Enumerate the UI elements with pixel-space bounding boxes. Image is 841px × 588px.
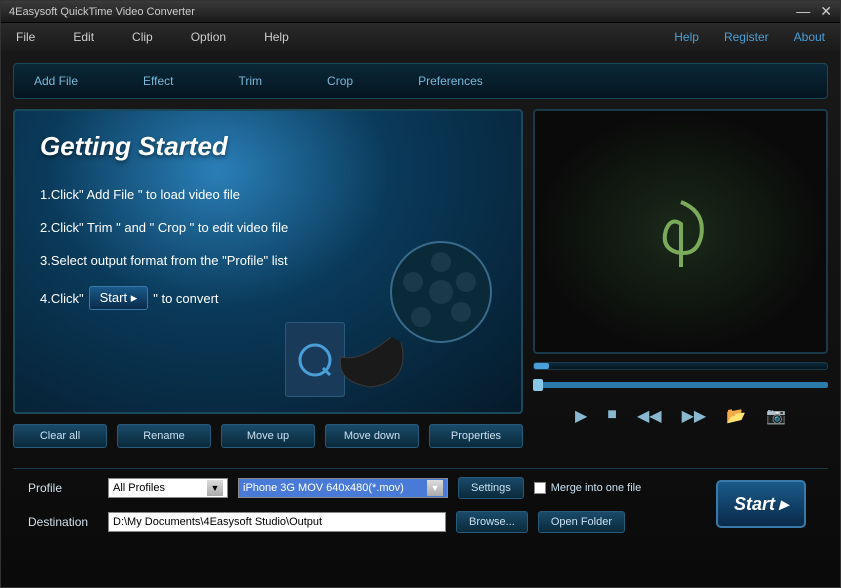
toolbar-add-file[interactable]: Add File bbox=[34, 74, 78, 88]
menu-right: Help Register About bbox=[674, 30, 825, 44]
menu-file[interactable]: File bbox=[16, 30, 35, 44]
action-bar: Clear all Rename Move up Move down Prope… bbox=[13, 424, 523, 448]
film-reel-graphic bbox=[331, 222, 511, 402]
link-help[interactable]: Help bbox=[674, 30, 699, 44]
progress-fill bbox=[534, 363, 549, 369]
play-button[interactable]: ▶ bbox=[575, 406, 587, 426]
toolbar: Add File Effect Trim Crop Preferences bbox=[13, 63, 828, 99]
link-about[interactable]: About bbox=[794, 30, 825, 44]
browse-button[interactable]: Browse... bbox=[456, 511, 528, 533]
chevron-down-icon: ▼ bbox=[207, 480, 223, 496]
toolbar-preferences[interactable]: Preferences bbox=[418, 74, 483, 88]
menubar: File Edit Clip Option Help Help Register… bbox=[1, 23, 840, 51]
play-icon: ▸ bbox=[779, 494, 788, 515]
open-folder-button[interactable]: Open Folder bbox=[538, 511, 625, 533]
minimize-button[interactable]: — bbox=[796, 3, 810, 20]
destination-row: Destination Browse... Open Folder bbox=[28, 511, 813, 533]
start-button[interactable]: Start▸ bbox=[716, 480, 806, 528]
main-window: 4Easysoft QuickTime Video Converter — ✕ … bbox=[0, 0, 841, 588]
titlebar: 4Easysoft QuickTime Video Converter — ✕ bbox=[1, 1, 840, 23]
properties-button[interactable]: Properties bbox=[429, 424, 523, 448]
next-button[interactable]: ▶▶ bbox=[682, 406, 707, 426]
link-register[interactable]: Register bbox=[724, 30, 769, 44]
logo-icon bbox=[631, 182, 731, 282]
welcome-title: Getting Started bbox=[40, 131, 496, 162]
profile-label: Profile bbox=[28, 481, 98, 495]
bottom-section: Profile All Profiles ▼ iPhone 3G MOV 640… bbox=[13, 468, 828, 553]
step-1: 1.Click" Add File " to load video file bbox=[40, 187, 496, 202]
seek-slider[interactable] bbox=[533, 382, 828, 388]
progress-bar bbox=[533, 362, 828, 370]
left-panel: Getting Started 1.Click" Add File " to l… bbox=[13, 109, 523, 448]
prev-button[interactable]: ◀◀ bbox=[637, 406, 662, 426]
inline-start-button: Start ▸ bbox=[89, 286, 149, 310]
menu-option[interactable]: Option bbox=[191, 30, 226, 44]
stop-button[interactable]: ■ bbox=[607, 406, 617, 426]
snapshot-icon[interactable]: 📷 bbox=[766, 406, 786, 426]
toolbar-effect[interactable]: Effect bbox=[143, 74, 173, 88]
content-area: Add File Effect Trim Crop Preferences Ge… bbox=[1, 51, 840, 565]
destination-label: Destination bbox=[28, 515, 98, 529]
welcome-panel: Getting Started 1.Click" Add File " to l… bbox=[13, 109, 523, 414]
window-title: 4Easysoft QuickTime Video Converter bbox=[9, 6, 796, 18]
chevron-down-icon: ▼ bbox=[427, 480, 443, 496]
toolbar-trim[interactable]: Trim bbox=[239, 74, 263, 88]
right-panel: ▶ ■ ◀◀ ▶▶ 📂 📷 bbox=[533, 109, 828, 448]
move-down-button[interactable]: Move down bbox=[325, 424, 419, 448]
menu-clip[interactable]: Clip bbox=[132, 30, 153, 44]
open-icon[interactable]: 📂 bbox=[726, 406, 746, 426]
window-controls: — ✕ bbox=[796, 3, 832, 20]
menu-help[interactable]: Help bbox=[264, 30, 289, 44]
profile-row: Profile All Profiles ▼ iPhone 3G MOV 640… bbox=[28, 477, 813, 499]
merge-label: Merge into one file bbox=[551, 482, 642, 494]
profile-format-dropdown[interactable]: iPhone 3G MOV 640x480(*.mov) ▼ bbox=[238, 478, 448, 498]
move-up-button[interactable]: Move up bbox=[221, 424, 315, 448]
toolbar-crop[interactable]: Crop bbox=[327, 74, 353, 88]
destination-input[interactable] bbox=[108, 512, 446, 532]
preview-area bbox=[533, 109, 828, 354]
profile-filter-dropdown[interactable]: All Profiles ▼ bbox=[108, 478, 228, 498]
clear-all-button[interactable]: Clear all bbox=[13, 424, 107, 448]
merge-checkbox-wrap[interactable]: Merge into one file bbox=[534, 482, 642, 494]
rename-button[interactable]: Rename bbox=[117, 424, 211, 448]
settings-button[interactable]: Settings bbox=[458, 477, 524, 499]
close-button[interactable]: ✕ bbox=[820, 3, 832, 20]
merge-checkbox[interactable] bbox=[534, 482, 546, 494]
seek-thumb[interactable] bbox=[533, 379, 543, 391]
player-controls: ▶ ■ ◀◀ ▶▶ 📂 📷 bbox=[533, 406, 828, 426]
main-area: Getting Started 1.Click" Add File " to l… bbox=[13, 109, 828, 448]
menu-edit[interactable]: Edit bbox=[73, 30, 94, 44]
